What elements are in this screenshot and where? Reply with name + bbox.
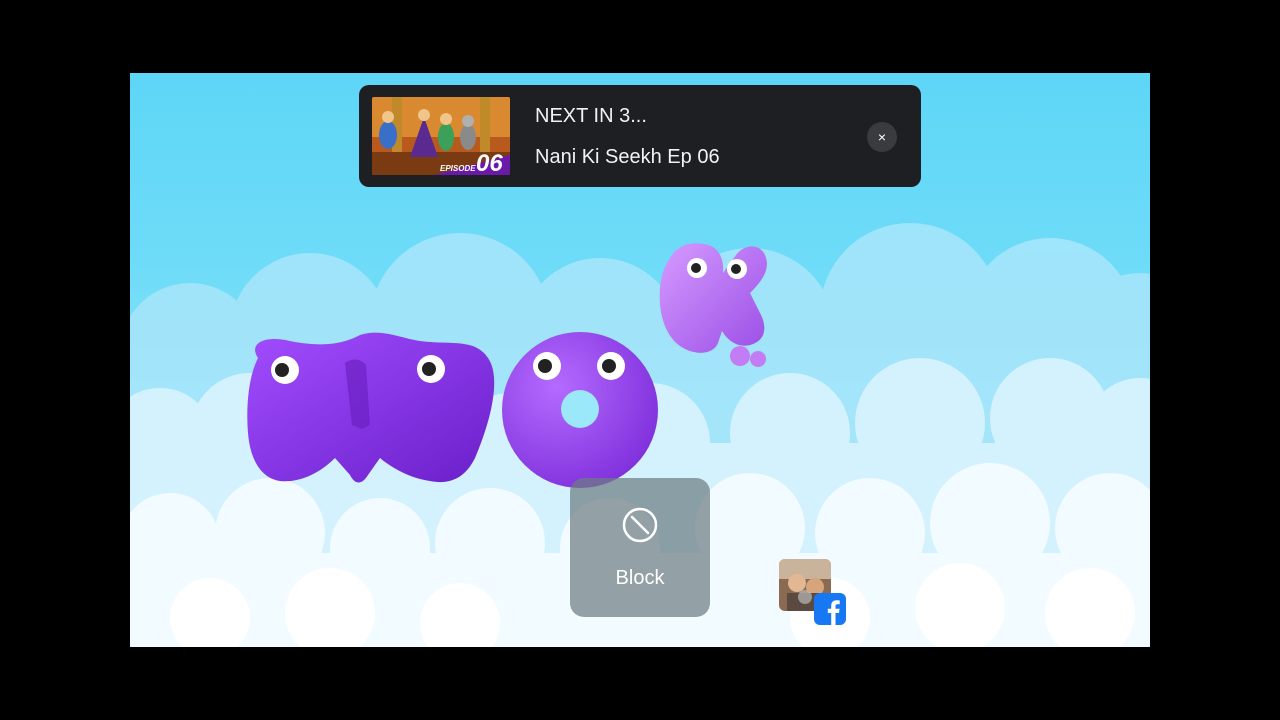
facebook-chat-head[interactable] [779,559,847,627]
block-label: Block [615,567,665,589]
block-button[interactable]: Block [570,478,710,617]
up-next-close-button[interactable]: × [867,122,897,152]
close-icon: × [877,129,887,145]
up-next-countdown: NEXT IN 3... [535,105,647,127]
letter-w [247,332,495,483]
up-next-thumbnail[interactable]: EPISODE 06 [372,97,510,175]
block-icon [622,507,658,543]
up-next-overlay[interactable]: EPISODE 06 NEXT IN 3... Nani Ki Seekh Ep… [359,85,921,187]
letter-o [502,332,658,488]
thumb-episode-label: EPISODE [440,164,476,173]
up-next-title[interactable]: Nani Ki Seekh Ep 06 [535,146,720,169]
facebook-icon [814,593,846,625]
thumb-episode-number: 06 [476,150,503,175]
